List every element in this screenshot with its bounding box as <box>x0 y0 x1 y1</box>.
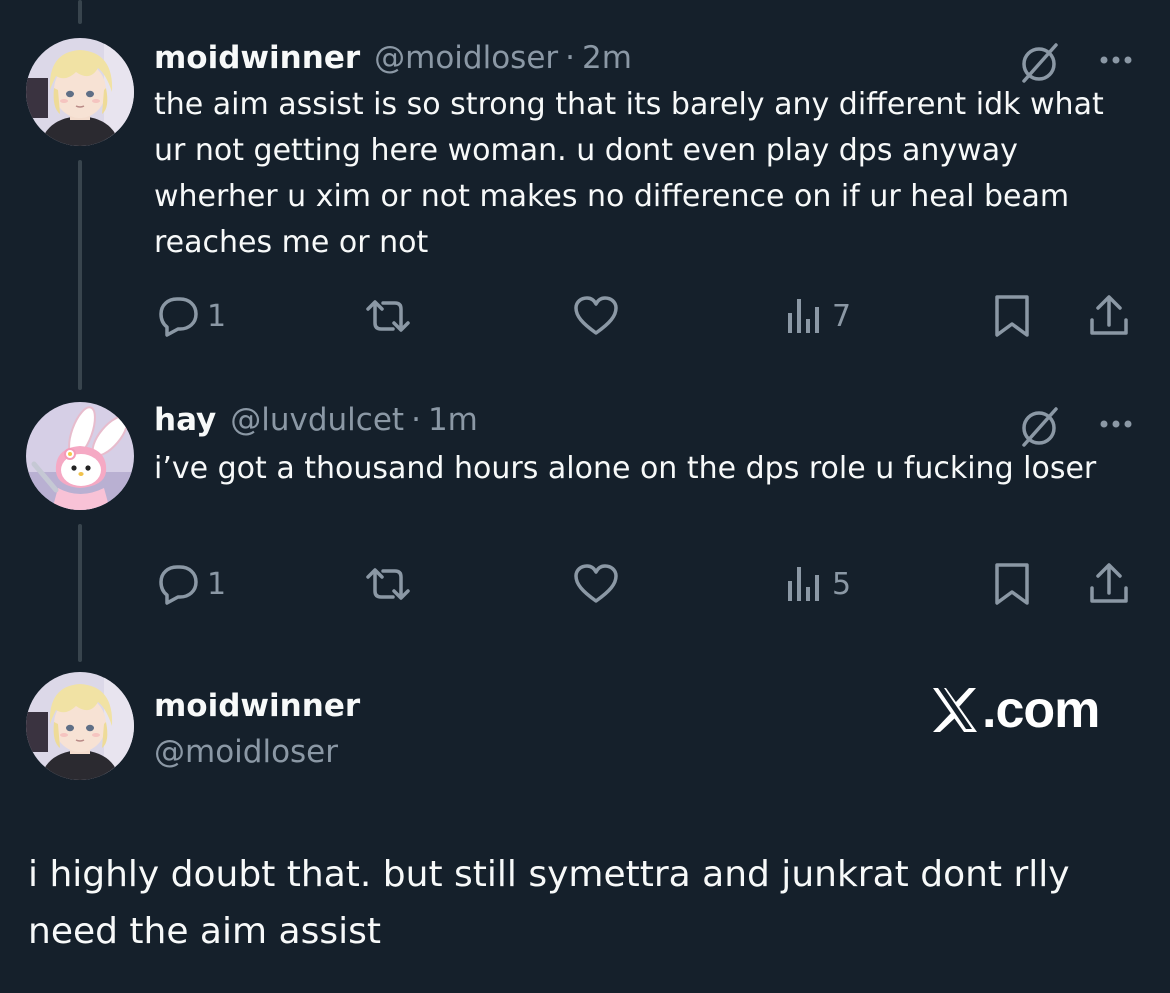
reply-header: moidwinner @moidloser · 2m <box>154 36 632 80</box>
reply-text: i’ve got a thousand hours alone on the d… <box>154 451 1097 486</box>
avatar-moidwinner[interactable] <box>26 38 134 146</box>
views-button[interactable]: 5 <box>786 560 851 608</box>
retweet-button[interactable] <box>360 292 416 340</box>
main-handle[interactable]: @moidloser <box>154 730 338 774</box>
bookmark-button[interactable] <box>990 560 1034 608</box>
handle[interactable]: @luvdulcet <box>230 402 404 438</box>
share-icon <box>1090 563 1128 603</box>
reply-header: hay @luvdulcet · 1m <box>154 398 478 442</box>
display-name[interactable]: moidwinner <box>154 40 360 76</box>
thread-line-top <box>78 0 82 24</box>
avatar-main-moidwinner[interactable] <box>26 672 134 780</box>
x-logo-icon <box>933 688 977 732</box>
reply-count: 1 <box>207 566 227 602</box>
like-button[interactable] <box>572 292 620 340</box>
reply-text: the aim assist is so strong that its bar… <box>154 87 1104 260</box>
grok-icon[interactable] <box>1016 402 1064 450</box>
retweet-button[interactable] <box>360 560 416 608</box>
timestamp[interactable]: 2m <box>582 40 632 76</box>
retweet-icon <box>366 300 410 332</box>
bookmark-icon <box>995 563 1029 605</box>
share-button[interactable] <box>1086 292 1132 340</box>
views-button[interactable]: 7 <box>786 292 851 340</box>
grok-icon[interactable] <box>1016 38 1064 86</box>
display-name[interactable]: hay <box>154 402 216 438</box>
views-icon <box>788 299 819 333</box>
reply-count: 1 <box>207 298 227 334</box>
more-icon[interactable] <box>1092 400 1140 448</box>
thread-line-1 <box>78 160 82 390</box>
reply-icon <box>159 297 198 337</box>
like-icon <box>574 564 618 603</box>
bookmark-button[interactable] <box>990 292 1034 340</box>
share-icon <box>1090 295 1128 335</box>
timestamp[interactable]: 1m <box>428 402 478 438</box>
thread-line-2 <box>78 524 82 662</box>
handle[interactable]: @moidloser <box>374 40 558 76</box>
bookmark-icon <box>995 295 1029 337</box>
reply-button[interactable]: 1 <box>155 560 226 608</box>
main-display-name[interactable]: moidwinner <box>154 684 360 728</box>
like-icon <box>574 296 618 335</box>
view-count: 7 <box>832 298 852 334</box>
views-icon <box>788 567 819 601</box>
reply-icon <box>159 565 198 605</box>
separator: · <box>411 402 421 438</box>
retweet-icon <box>366 568 410 600</box>
view-count: 5 <box>832 566 852 602</box>
xcom-logo: .com <box>930 680 1100 740</box>
like-button[interactable] <box>572 560 620 608</box>
xcom-logo-text: .com <box>982 681 1100 739</box>
reply-button[interactable]: 1 <box>155 292 226 340</box>
main-tweet-text: i highly doubt that. but still symettra … <box>28 854 1070 952</box>
avatar-hay[interactable] <box>26 402 134 510</box>
share-button[interactable] <box>1086 560 1132 608</box>
tweet-thread: moidwinner @moidloser · 2m the aim assis… <box>0 0 1170 993</box>
separator: · <box>565 40 576 76</box>
more-icon[interactable] <box>1092 36 1140 84</box>
